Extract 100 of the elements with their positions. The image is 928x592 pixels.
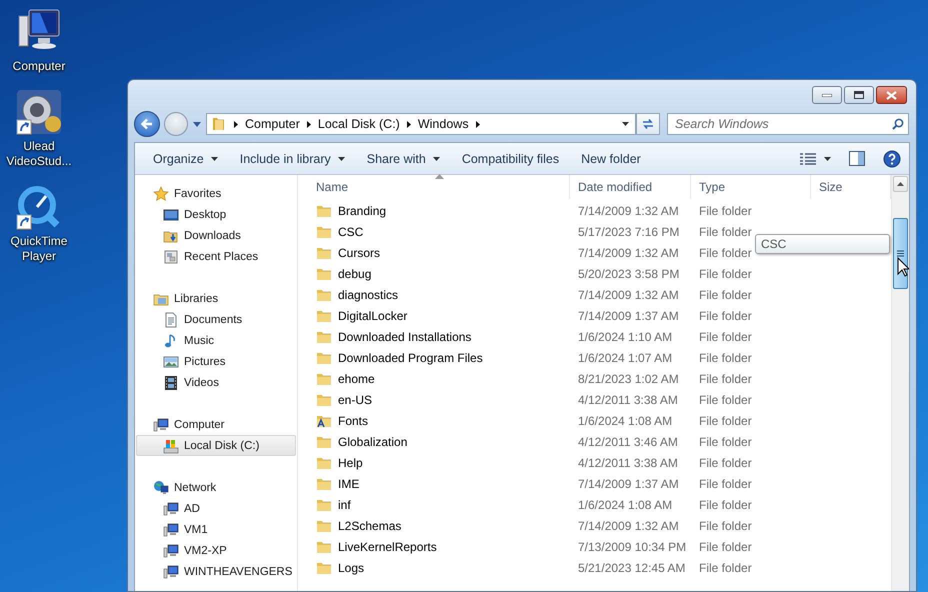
address-dropdown-button[interactable] xyxy=(622,122,629,126)
address-bar[interactable]: Computer Local Disk (C:) Windows xyxy=(206,113,636,135)
caret-icon xyxy=(338,156,345,160)
date-cell: 1/6/2024 1:07 AM xyxy=(578,350,672,364)
sidebar-item[interactable]: Desktop xyxy=(136,204,296,225)
file-name[interactable]: CSC xyxy=(338,224,364,238)
desktop-icon-label[interactable]: Ulead VideoStud... xyxy=(1,139,77,169)
date-cell: 7/14/2009 1:32 AM xyxy=(578,204,679,218)
search-icon xyxy=(892,118,904,130)
date-cell: 7/13/2009 10:34 PM xyxy=(578,540,686,554)
type-cell: File folder xyxy=(699,266,752,280)
file-name[interactable]: en-US xyxy=(338,392,372,406)
toolbar-button[interactable]: Organize xyxy=(145,148,226,170)
tooltip: CSC xyxy=(755,234,890,254)
video-camera-icon[interactable] xyxy=(15,88,63,136)
file-name[interactable]: Cursors xyxy=(338,246,380,260)
sidebar-item[interactable]: VM1 xyxy=(136,519,296,540)
history-dropdown-button[interactable] xyxy=(191,122,203,126)
up-arrow-icon xyxy=(897,182,904,186)
file-name[interactable]: Globalization xyxy=(338,434,408,448)
sidebar-item[interactable]: WINTHEAVENGERS xyxy=(136,561,296,582)
sidebar-item[interactable]: Local Disk (C:) xyxy=(136,435,296,456)
sidebar-item[interactable]: Recent Places xyxy=(136,246,296,267)
grip-icon xyxy=(897,250,904,257)
sidebar-header[interactable]: Favorites xyxy=(136,183,296,204)
maximize-button[interactable] xyxy=(844,86,874,104)
toolbar-button[interactable]: New folder xyxy=(573,148,649,170)
star-icon xyxy=(153,186,169,202)
file-name[interactable]: inf xyxy=(338,498,351,512)
sidebar-item[interactable]: Videos xyxy=(136,372,296,393)
file-name[interactable]: DigitalLocker xyxy=(338,308,408,322)
computer-icon xyxy=(163,500,179,516)
chevron-right-icon[interactable] xyxy=(406,120,411,128)
refresh-button[interactable] xyxy=(636,113,660,135)
desktop-icon xyxy=(163,206,179,222)
toolbar-button[interactable]: Include in library xyxy=(232,148,353,170)
sidebar-item[interactable]: Pictures xyxy=(136,351,296,372)
view-options-button[interactable] xyxy=(798,150,833,166)
chevron-right-icon[interactable] xyxy=(476,120,480,128)
minimize-button[interactable] xyxy=(812,86,842,104)
type-cell: File folder xyxy=(699,476,752,490)
scroll-thumb[interactable] xyxy=(893,218,908,289)
column-header[interactable]: Name xyxy=(308,175,570,199)
date-cell: 4/12/2011 3:38 AM xyxy=(578,392,678,406)
computer-icon xyxy=(153,416,169,432)
file-name[interactable]: Help xyxy=(338,456,363,470)
sidebar-item[interactable]: AD xyxy=(136,498,296,519)
file-name[interactable]: Logs xyxy=(338,560,364,574)
sidebar-item[interactable]: VM2-XP xyxy=(136,540,296,561)
file-name[interactable]: LiveKernelReports xyxy=(338,540,437,554)
computer-icon xyxy=(163,522,179,538)
picture-icon xyxy=(163,354,179,370)
desktop-icon-label[interactable]: Computer xyxy=(1,59,77,74)
network-icon xyxy=(153,480,169,496)
file-name[interactable]: L2Schemas xyxy=(338,518,402,532)
chevron-right-icon[interactable] xyxy=(306,120,311,128)
file-name[interactable]: debug xyxy=(338,266,372,280)
back-arrow-icon xyxy=(141,118,153,130)
file-name[interactable]: diagnostics xyxy=(338,288,398,302)
search-field[interactable]: Search Windows xyxy=(667,113,909,135)
type-cell: File folder xyxy=(699,456,752,470)
sidebar-header[interactable]: Network xyxy=(136,477,296,498)
sidebar-item[interactable]: Music xyxy=(136,330,296,351)
column-header[interactable]: Date modified xyxy=(570,175,691,199)
date-cell: 5/20/2023 3:58 PM xyxy=(578,266,680,280)
close-button[interactable] xyxy=(876,86,907,104)
preview-pane-button[interactable] xyxy=(847,149,867,168)
help-button[interactable] xyxy=(881,148,903,170)
toolbar-button[interactable]: Compatibility files xyxy=(454,148,568,170)
sidebar-item[interactable]: Downloads xyxy=(136,225,296,246)
scroll-up-button[interactable] xyxy=(893,176,908,192)
minimize-icon xyxy=(822,94,832,96)
breadcrumb-item[interactable]: Windows xyxy=(418,117,469,131)
refresh-icon xyxy=(641,118,655,130)
type-cell: File folder xyxy=(699,204,752,218)
file-name[interactable]: Branding xyxy=(338,204,386,218)
sidebar-header[interactable]: Libraries xyxy=(136,288,296,309)
caret-icon xyxy=(210,156,218,160)
file-name[interactable]: ehome xyxy=(338,372,375,386)
desktop-icon-label[interactable]: QuickTime Player xyxy=(1,234,77,264)
file-name[interactable]: Downloaded Program Files xyxy=(338,350,483,364)
scrollbar[interactable] xyxy=(891,175,909,591)
close-icon xyxy=(886,90,897,100)
back-button[interactable] xyxy=(134,111,160,137)
file-name[interactable]: Downloaded Installations xyxy=(338,330,472,344)
sidebar-item[interactable]: Documents xyxy=(136,309,296,330)
sort-arrow-icon xyxy=(434,174,444,179)
column-header[interactable]: Type xyxy=(691,175,811,199)
breadcrumb-item[interactable]: Computer xyxy=(245,117,300,131)
file-name[interactable]: Fonts xyxy=(338,414,368,428)
date-cell: 7/14/2009 1:32 AM xyxy=(578,288,679,302)
caret-icon xyxy=(432,156,440,160)
breadcrumb-item[interactable]: Local Disk (C:) xyxy=(318,117,400,131)
type-cell: File folder xyxy=(699,350,752,364)
type-cell: File folder xyxy=(699,224,752,238)
chevron-right-icon[interactable] xyxy=(234,120,238,128)
sidebar-header[interactable]: Computer xyxy=(136,414,296,435)
date-cell: 4/12/2011 3:38 AM xyxy=(578,456,678,470)
toolbar-button[interactable]: Share with xyxy=(358,148,448,170)
file-name[interactable]: IME xyxy=(338,476,360,490)
